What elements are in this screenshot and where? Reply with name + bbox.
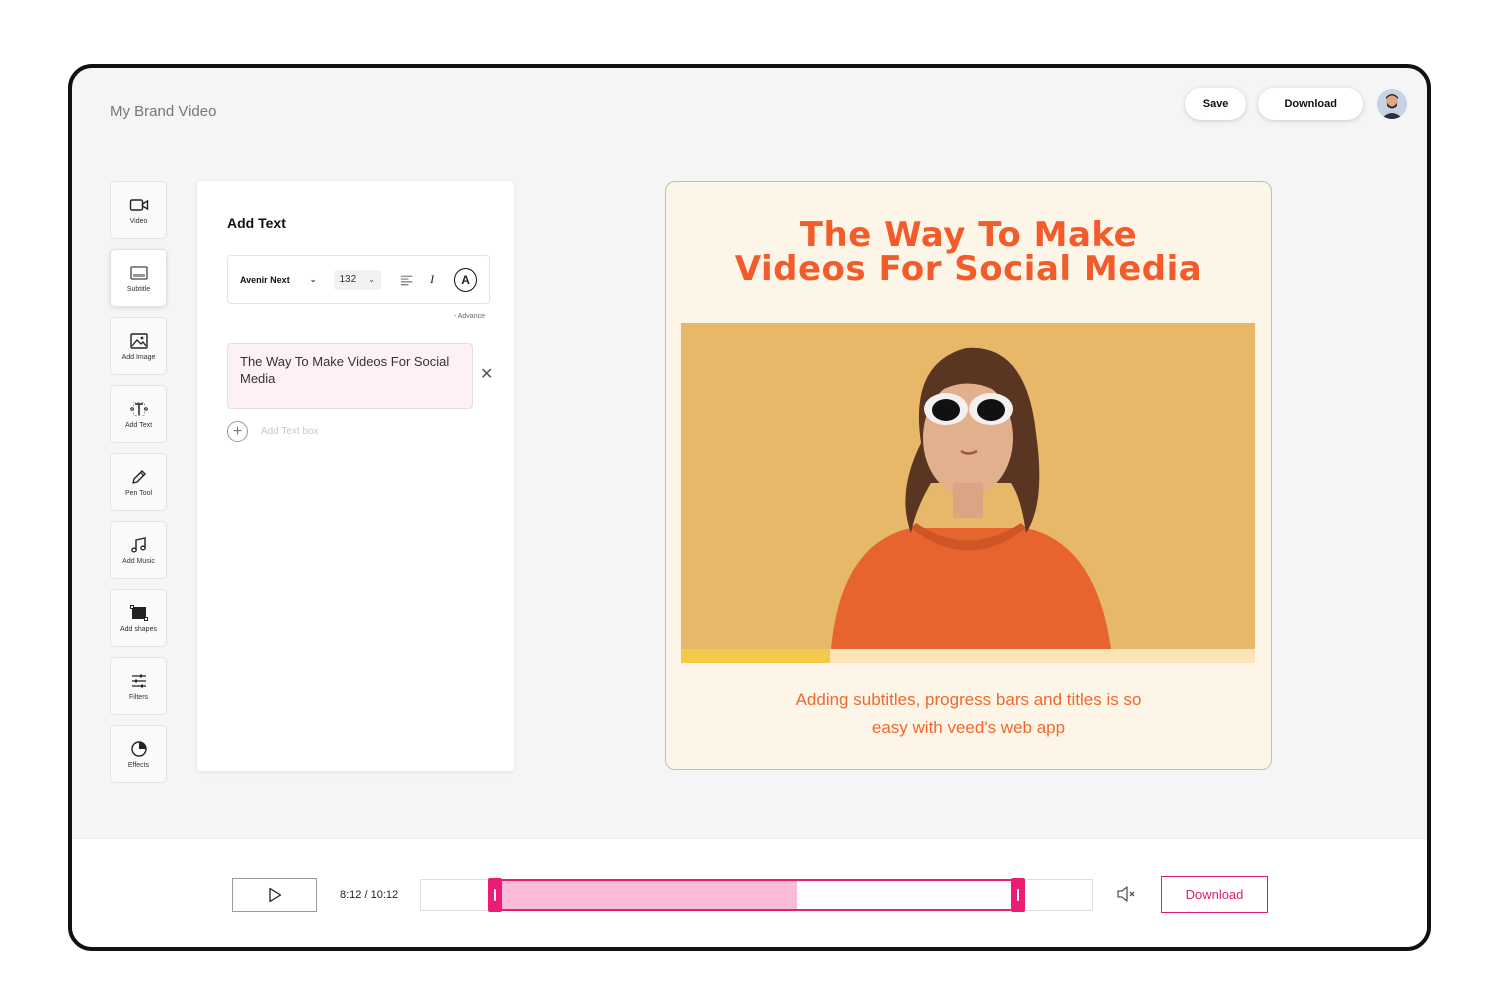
trim-handle-end[interactable]	[1010, 878, 1025, 912]
close-icon[interactable]: ✕	[480, 364, 493, 384]
panel-title: Add Text	[227, 215, 286, 231]
tool-video[interactable]: Video	[110, 181, 167, 239]
tool-label: Add shapes	[120, 625, 157, 633]
tool-label: Pen Tool	[124, 489, 153, 497]
timeline-track[interactable]	[420, 878, 1093, 912]
video-frame-image	[681, 323, 1255, 649]
italic-icon[interactable]: I	[430, 272, 434, 287]
avatar[interactable]	[1377, 89, 1407, 119]
tool-add-music[interactable]: Add Music	[110, 521, 167, 579]
video-canvas[interactable]: The Way To Make Videos For Social Media	[665, 181, 1272, 770]
video-title-text[interactable]: The Way To Make Videos For Social Media	[666, 218, 1271, 286]
add-text-box-label: Add Text box	[261, 426, 319, 437]
effects-icon	[130, 740, 147, 757]
tool-label: Add Text	[124, 421, 153, 429]
plus-icon: +	[227, 421, 248, 442]
play-button[interactable]	[232, 878, 317, 912]
timecode: 8:12 / 10:12	[340, 889, 399, 901]
tool-subtitle[interactable]: Subtitle	[110, 249, 167, 307]
timeline-selection[interactable]	[502, 879, 1011, 911]
font-family-select[interactable]: Avenir Next ⌄	[240, 275, 326, 285]
tool-filters[interactable]: Filters	[110, 657, 167, 715]
text-format-toolbar: Avenir Next ⌄ 132 ⌄ I A	[227, 255, 490, 304]
video-title-line: Videos For Social Media	[734, 249, 1203, 289]
image-icon	[129, 332, 148, 349]
download-button[interactable]: Download	[1161, 876, 1268, 913]
font-size-value: 132	[339, 274, 357, 285]
app-window: My Brand Video Save Download Video Subti…	[68, 64, 1431, 951]
subtitle-icon	[129, 265, 148, 280]
video-progress-bar	[681, 649, 1255, 663]
player-bar: 8:12 / 10:12 Download	[72, 838, 1427, 947]
pen-icon	[131, 469, 146, 484]
font-size-select[interactable]: 132 ⌄	[333, 269, 381, 290]
text-box-input[interactable]: The Way To Make Videos For Social Media	[227, 343, 473, 409]
font-family-value: Avenir Next	[240, 274, 290, 285]
tool-add-text[interactable]: Add Text	[110, 385, 167, 443]
tool-pen[interactable]: Pen Tool	[110, 453, 167, 511]
subtitle-line: Adding subtitles, progress bars and titl…	[795, 690, 1142, 709]
video-progress-fill	[681, 649, 831, 663]
tool-label: Effects	[127, 761, 150, 769]
tool-label: Filters	[128, 693, 149, 701]
avatar-image	[1377, 89, 1407, 119]
sliders-icon	[131, 674, 146, 687]
tool-add-image[interactable]: Add Image	[110, 317, 167, 375]
tool-sidebar: Video Subtitle Add Image Add Text Pen To…	[110, 181, 167, 783]
align-left-icon[interactable]	[399, 273, 414, 287]
woman-sunglasses-photo	[681, 323, 1255, 649]
tool-label: Add Music	[122, 557, 155, 565]
project-title[interactable]: My Brand Video	[110, 103, 216, 120]
add-text-panel: Add Text Avenir Next ⌄ 132 ⌄ I A - Advan…	[197, 181, 514, 771]
add-text-box-button[interactable]: + Add Text box	[227, 421, 319, 442]
music-note-icon	[130, 536, 146, 552]
tool-label: Video	[129, 217, 148, 225]
header-actions: Save Download	[1184, 88, 1407, 120]
header-download-button[interactable]: Download	[1258, 88, 1363, 120]
mute-icon[interactable]	[1115, 883, 1137, 905]
chevron-down-icon: ⌄	[368, 275, 375, 284]
tool-label: Add Image	[121, 353, 156, 361]
text-color-button[interactable]: A	[454, 267, 477, 292]
subtitle-line: easy with veed's web app	[871, 718, 1066, 737]
tool-add-shapes[interactable]: Add shapes	[110, 589, 167, 647]
video-subtitle-text[interactable]: Adding subtitles, progress bars and titl…	[666, 686, 1271, 742]
trim-handle-start[interactable]	[488, 878, 503, 912]
video-title-line: The Way To Make	[799, 215, 1138, 255]
text-color-letter: A	[461, 272, 470, 287]
chevron-down-icon: ⌄	[309, 275, 317, 284]
play-icon	[268, 887, 281, 903]
text-icon	[129, 401, 148, 416]
save-button[interactable]: Save	[1184, 88, 1247, 120]
tool-label: Subtitle	[126, 285, 151, 293]
video-camera-icon	[129, 198, 148, 211]
tool-effects[interactable]: Effects	[110, 725, 167, 783]
advance-link[interactable]: - Advance	[454, 313, 485, 320]
shape-icon	[129, 604, 148, 621]
